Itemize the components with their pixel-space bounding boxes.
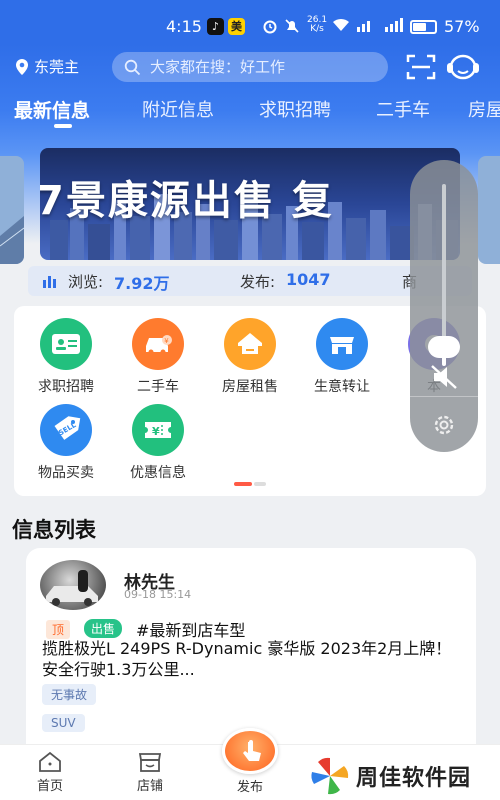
posts-label: 发布: — [240, 273, 276, 291]
category-housing[interactable]: 房屋租售 — [210, 318, 290, 396]
shop-icon — [330, 337, 354, 354]
nav-label: 首页 — [36, 779, 63, 794]
car-photo — [46, 570, 98, 606]
net-speed: 26.1 K/s — [307, 15, 328, 34]
signal-icon-2 — [385, 18, 403, 32]
post-card[interactable]: 林先生 09-18 15:14 顶 出售 #最新到店车型 揽胜极光L 249PS… — [26, 548, 476, 758]
category-label: 优惠信息 — [130, 465, 186, 481]
stats-bar: 浏览: 7.92万 发布: 1047 商 — [28, 266, 472, 296]
promo-banner[interactable]: 7景康源出售 复 — [40, 148, 460, 260]
category-label: 求职招聘 — [38, 379, 94, 395]
battery-level: 57% — [444, 17, 480, 36]
mute-icon[interactable] — [430, 364, 458, 390]
nav-shop[interactable]: 店铺 — [120, 751, 180, 794]
page-indicator — [234, 482, 268, 486]
pinned-badge: 顶 — [46, 620, 71, 639]
city-selector[interactable]: 东莞主 — [14, 56, 79, 77]
post-tag: 无事故 — [42, 684, 97, 705]
hand-tap-icon — [243, 740, 261, 761]
tab-nearby[interactable]: 附近信息 — [142, 96, 214, 122]
active-tab-indicator — [54, 124, 72, 128]
signal-icon — [357, 21, 370, 32]
location-pin-icon — [16, 58, 28, 75]
tab-used-cars[interactable]: 二手车 — [376, 96, 430, 122]
views-value: 7.92万 — [114, 274, 170, 293]
city-name: 东莞主 — [34, 58, 80, 76]
search-placeholder: 大家都在搜：好工作 — [150, 58, 286, 76]
nav-home[interactable]: 首页 — [20, 751, 80, 794]
settings-gear-icon[interactable] — [431, 412, 457, 438]
views-label: 浏览: — [68, 273, 104, 291]
search-input[interactable]: 大家都在搜：好工作 — [112, 52, 388, 82]
banner-headline: 7景康源出售 复 — [40, 178, 334, 224]
tab-latest[interactable]: 最新信息 — [14, 96, 90, 123]
post-title: 揽胜极光L 249PS R-Dynamic 豪华版 2023年2月上牌！ 安全行… — [42, 639, 452, 679]
watermark-text: 周佳软件园 — [356, 766, 472, 791]
alarm-icon — [263, 20, 277, 34]
volume-panel[interactable] — [410, 160, 478, 452]
scan-icon[interactable] — [406, 53, 436, 81]
tab-jobs[interactable]: 求职招聘 — [259, 96, 331, 122]
avatar[interactable] — [40, 560, 106, 610]
watermark: 周佳软件园 — [304, 752, 500, 800]
publish-label: 发布 — [236, 780, 263, 795]
mute-bell-icon — [285, 19, 299, 33]
search-icon — [124, 59, 141, 76]
publish-button[interactable] — [222, 728, 278, 774]
category-business[interactable]: 生意转让 — [302, 318, 382, 396]
sale-badge: 出售 — [84, 619, 123, 638]
tiktok-icon: ♪ — [207, 18, 224, 35]
volume-slider-thumb[interactable] — [428, 336, 460, 358]
status-time: 4:15 — [166, 17, 202, 36]
banner-next-peek[interactable] — [478, 156, 500, 264]
svg-text:¥: ¥ — [164, 337, 169, 345]
category-goods[interactable]: SELL 物品买卖 — [26, 404, 106, 482]
id-card-icon — [52, 334, 80, 354]
posts-value: 1047 — [286, 270, 331, 289]
section-title: 信息列表 — [12, 518, 96, 542]
house-icon — [238, 333, 262, 354]
category-tabs: 最新信息 附近信息 求职招聘 二手车 房屋 — [0, 96, 500, 136]
wifi-icon — [333, 18, 349, 31]
category-label: 房屋租售 — [222, 379, 278, 395]
bar-chart-icon — [43, 276, 56, 288]
category-jobs[interactable]: 求职招聘 — [26, 318, 106, 396]
tab-housing[interactable]: 房屋 — [468, 96, 500, 122]
nav-label: 店铺 — [136, 779, 163, 794]
category-label: 生意转让 — [314, 379, 370, 395]
category-used-cars[interactable]: ¥ 二手车 — [118, 318, 198, 396]
meituan-icon: 美 — [228, 18, 245, 35]
banner-prev-peek[interactable] — [0, 156, 24, 264]
battery-icon — [410, 20, 437, 34]
status-bar: 4:15 ♪ 美 26.1 K/s 57% — [0, 0, 500, 44]
customer-service-icon[interactable] — [446, 52, 480, 82]
volume-track[interactable] — [442, 184, 446, 344]
svg-text:¥: ¥ — [152, 425, 160, 438]
watermark-logo-icon — [311, 757, 349, 795]
coupon-icon: ¥ — [145, 422, 171, 438]
post-time: 09-18 15:14 — [124, 588, 192, 601]
car-icon: ¥ — [146, 335, 172, 355]
price-tag-icon: SELL — [54, 416, 81, 440]
home-icon — [39, 751, 61, 772]
volume-divider — [410, 396, 478, 397]
shop-nav-icon — [138, 753, 162, 772]
category-deals[interactable]: ¥ 优惠信息 — [118, 404, 198, 482]
category-label: 物品买卖 — [38, 465, 94, 481]
category-label: 二手车 — [137, 379, 179, 395]
post-tag: SUV — [42, 714, 85, 732]
